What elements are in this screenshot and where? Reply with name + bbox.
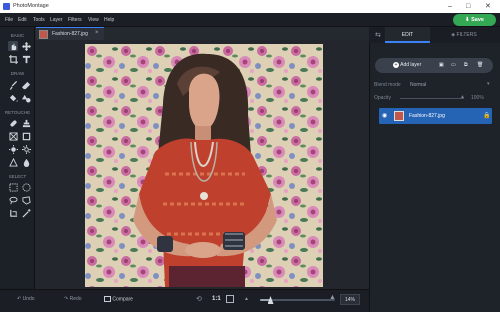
plus-icon: +	[393, 62, 399, 68]
add-image-layer-icon[interactable]: ▣	[439, 58, 444, 73]
minimize-icon[interactable]: –	[448, 2, 452, 11]
eraser-tool-icon[interactable]	[21, 80, 31, 90]
tab-filters-label: FILTERS	[456, 32, 477, 38]
add-layer-bar: + Add layer ▣ ▭ ⧉ 🗑	[375, 58, 493, 73]
section-retouche: RETOUCHE	[4, 110, 31, 115]
menu-tools[interactable]: Tools	[33, 17, 45, 23]
close-tab-icon[interactable]: ×	[95, 30, 99, 36]
document-thumbnail	[39, 30, 48, 39]
hand-tool-icon[interactable]	[8, 41, 18, 51]
add-layer-label: Add layer	[400, 62, 422, 68]
menu-view[interactable]: View	[88, 17, 99, 23]
lasso-tool-icon[interactable]	[8, 195, 18, 205]
rotate-icon[interactable]: ⟲	[196, 295, 202, 303]
eye-icon[interactable]: ◉	[382, 112, 387, 119]
app-logo-icon	[3, 3, 10, 10]
menu-file[interactable]: File	[5, 17, 13, 23]
sun-tool-icon[interactable]	[21, 144, 31, 154]
compare-label: Compare	[112, 296, 133, 303]
heal-tool-icon[interactable]	[8, 118, 18, 128]
crop-tool-icon[interactable]	[8, 54, 18, 64]
canvas-photo[interactable]	[85, 44, 323, 287]
lock-icon[interactable]: 🔒	[483, 112, 490, 119]
layer-name: Fashion-827.jpg	[409, 113, 445, 119]
add-layer-button[interactable]: + Add layer	[393, 58, 421, 73]
compare-icon	[104, 296, 111, 302]
duplicate-layer-icon[interactable]: ⧉	[464, 58, 468, 73]
save-button[interactable]: ⬇ Save	[453, 14, 496, 26]
blend-mode-select[interactable]: Normal	[410, 82, 426, 88]
blur-tool-icon[interactable]	[21, 157, 31, 167]
redo-label: Redo	[69, 296, 82, 302]
menu-help[interactable]: Help	[104, 17, 114, 23]
section-basic: BASIC	[10, 33, 25, 38]
undo-button[interactable]: ↶ Undo	[17, 296, 35, 302]
brush-tool-icon[interactable]	[8, 80, 18, 90]
sharpen-tool-icon[interactable]	[8, 157, 18, 167]
app-title: PhotoMontage	[13, 3, 49, 9]
compare-button[interactable]: Compare	[104, 296, 133, 302]
menu-edit[interactable]: Edit	[18, 17, 27, 23]
layer-thumbnail	[394, 111, 404, 121]
layer-row[interactable]: ◉ Fashion-827.jpg 🔒	[379, 108, 492, 124]
opacity-handle[interactable]: ▲	[460, 94, 465, 100]
zoom-value-field[interactable]: 14%	[340, 294, 360, 305]
delete-layer-icon[interactable]: 🗑	[477, 58, 483, 73]
undo-label: Undo	[22, 296, 35, 302]
menu-bar: File Edit Tools Layer Filters View Help	[0, 13, 500, 27]
select-all-icon[interactable]	[8, 208, 18, 218]
blend-mode-label: Blend mode	[374, 82, 401, 88]
stamp-tool-icon[interactable]	[21, 118, 31, 128]
chevron-down-icon[interactable]: ▾	[487, 81, 490, 87]
text-tool-icon[interactable]	[21, 54, 31, 64]
tab-edit[interactable]: EDIT	[385, 27, 430, 43]
section-select: SELECT	[8, 174, 27, 179]
opacity-label: Opacity	[374, 95, 391, 101]
fill-tool-icon[interactable]	[8, 93, 18, 103]
magic-wand-icon[interactable]	[21, 208, 31, 218]
document-tab-name: Fashion-827.jpg	[52, 31, 88, 37]
menu-filters[interactable]: Filters	[68, 17, 82, 23]
brightness-tool-icon[interactable]	[8, 144, 18, 154]
rect-select-icon[interactable]	[8, 182, 18, 192]
ellipse-select-icon[interactable]	[21, 182, 31, 192]
tab-filters[interactable]: ◈ FILTERS	[434, 27, 494, 43]
adjust-icon[interactable]: ⇆	[375, 31, 381, 39]
square-tool-icon[interactable]	[21, 131, 31, 141]
save-label: Save	[471, 17, 484, 23]
polygon-select-icon[interactable]	[21, 195, 31, 205]
section-draw: DRAW	[10, 71, 25, 76]
menu-layer[interactable]: Layer	[50, 17, 63, 23]
opacity-value: 100%	[471, 95, 484, 101]
close-window-icon[interactable]: ✕	[485, 2, 491, 11]
maximize-icon[interactable]: □	[466, 2, 470, 11]
document-tab[interactable]: Fashion-827.jpg ×	[36, 27, 104, 40]
title-bar: PhotoMontage – □ ✕	[0, 0, 500, 13]
move-tool-icon[interactable]	[21, 41, 31, 51]
pattern-tool-icon[interactable]	[8, 131, 18, 141]
actual-size-button[interactable]: 1:1	[212, 296, 221, 302]
folder-icon[interactable]: ▭	[451, 58, 456, 73]
opacity-slider[interactable]	[400, 98, 464, 99]
zoom-out-icon[interactable]: ▲	[244, 296, 249, 302]
shapes-tool-icon[interactable]	[21, 93, 31, 103]
zoom-slider[interactable]	[260, 296, 335, 304]
fit-screen-icon[interactable]	[226, 295, 234, 303]
zoom-in-icon[interactable]: ▲	[329, 294, 336, 301]
redo-button[interactable]: ↷ Redo	[64, 296, 82, 302]
